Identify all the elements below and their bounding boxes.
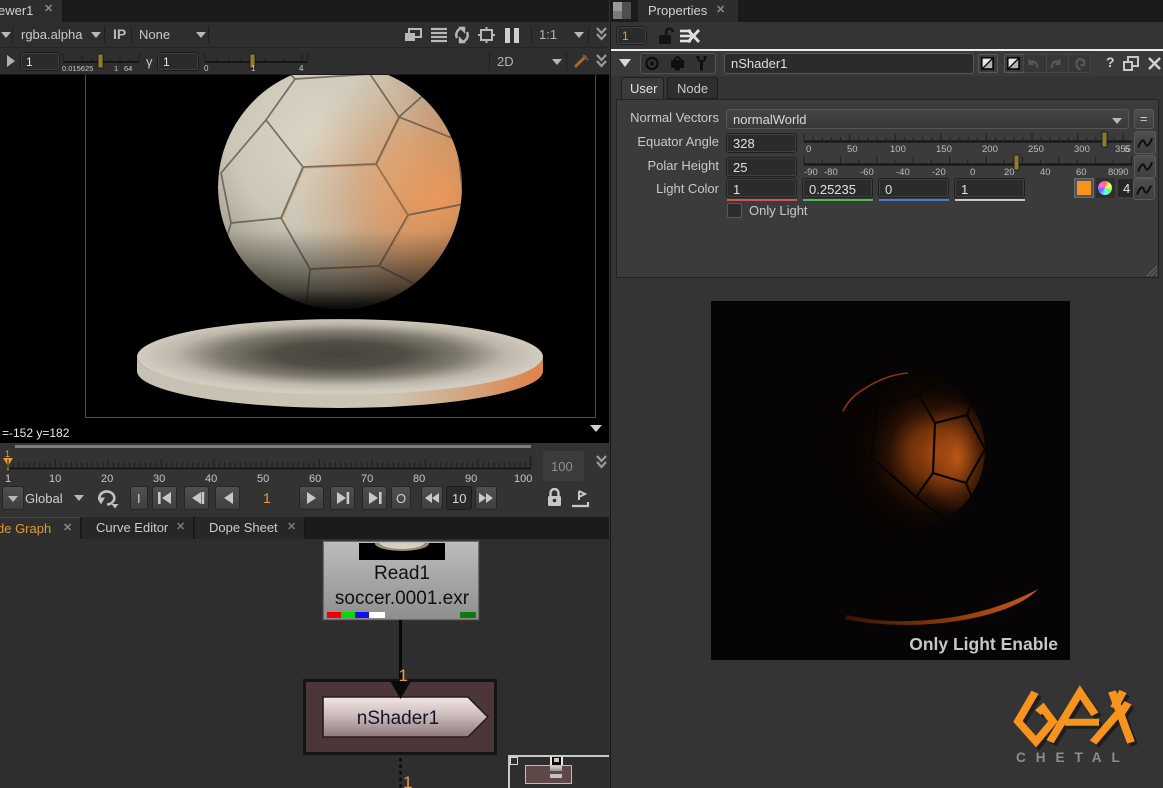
svg-text:4: 4 — [299, 64, 304, 73]
svg-text:64: 64 — [124, 64, 132, 73]
svg-text:40: 40 — [1040, 167, 1051, 178]
svg-text:0: 0 — [204, 64, 209, 73]
svg-text:Only Light Enable: Only Light Enable — [909, 634, 1058, 654]
svg-text:0.015625: 0.015625 — [62, 64, 93, 73]
svg-text:-90: -90 — [804, 167, 818, 178]
svg-text:90: 90 — [1118, 167, 1129, 178]
svg-text:-20: -20 — [932, 167, 946, 178]
svg-text:-40: -40 — [896, 167, 910, 178]
svg-text:-80: -80 — [824, 167, 838, 178]
svg-text:1: 1 — [403, 773, 412, 788]
svg-text:-60: -60 — [860, 167, 874, 178]
svg-text:20: 20 — [1004, 167, 1015, 178]
svg-text:80: 80 — [1108, 167, 1119, 178]
svg-text:nShader1: nShader1 — [357, 708, 439, 729]
svg-text:60: 60 — [1076, 167, 1087, 178]
svg-text:CHETAL: CHETAL — [1016, 750, 1130, 765]
svg-text:1: 1 — [399, 666, 408, 685]
svg-text:0: 0 — [970, 167, 975, 178]
svg-text:1: 1 — [251, 64, 256, 73]
svg-text:1: 1 — [114, 64, 118, 73]
